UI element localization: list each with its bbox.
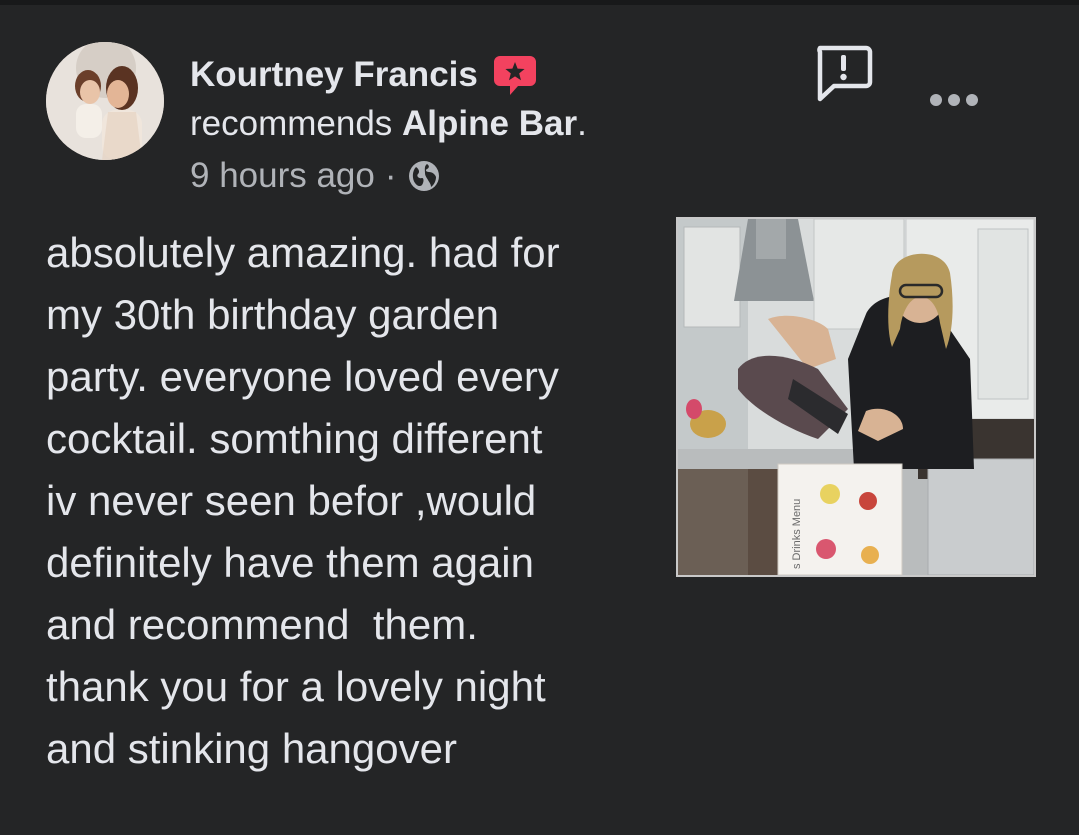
report-exclamation-icon[interactable] <box>812 42 874 104</box>
author-avatar[interactable] <box>46 42 164 160</box>
meta-separator: · <box>384 156 397 195</box>
drinks-menu-sign-text: s Drinks Menu <box>791 499 803 569</box>
recommends-line: recommends Alpine Bar. <box>190 104 587 144</box>
author-line: Kourtney Francis <box>190 52 538 98</box>
avatar-image <box>46 42 164 160</box>
recommendation-star-badge-icon[interactable] <box>492 52 538 98</box>
globe-icon[interactable] <box>407 159 441 193</box>
post-body-text: absolutely amazing. had for my 30th birt… <box>46 229 560 772</box>
author-name[interactable]: Kourtney Francis <box>190 55 478 95</box>
more-options-icon[interactable] <box>926 88 982 112</box>
page-name-link[interactable]: Alpine Bar <box>402 104 577 143</box>
post-meta: 9 hours ago · <box>190 154 441 198</box>
top-divider <box>0 0 1079 5</box>
recommends-prefix: recommends <box>190 104 403 143</box>
post-photo[interactable]: s Drinks Menu <box>676 217 1036 577</box>
recommends-suffix: . <box>577 104 587 143</box>
photo-bartender-image: s Drinks Menu <box>678 219 1034 575</box>
post-time[interactable]: 9 hours ago <box>190 156 375 196</box>
